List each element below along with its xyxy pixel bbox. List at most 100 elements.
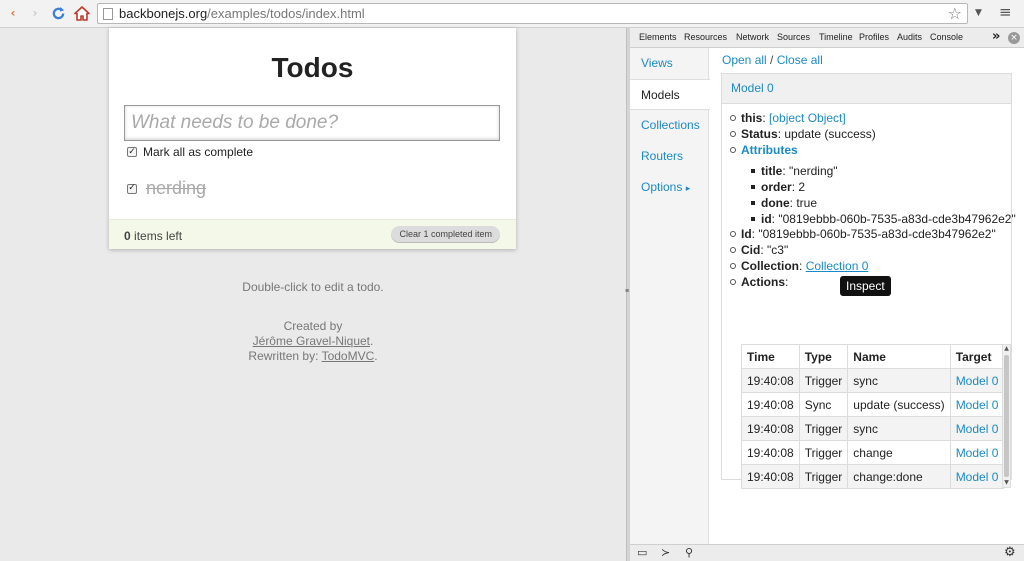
sidebar-item-collections[interactable]: Collections	[630, 110, 709, 141]
url-text[interactable]: backbonejs.org/examples/todos/index.html	[119, 6, 365, 22]
cell-target-link[interactable]: Model 0	[949, 392, 1005, 417]
cell-type: Trigger	[798, 440, 849, 465]
prop-this: this: [object Object]	[730, 111, 846, 125]
tab-console[interactable]: Console	[930, 32, 963, 42]
cell-target-link[interactable]: Model 0	[949, 440, 1005, 465]
cell-time: 19:40:08	[741, 464, 800, 489]
cell-name: sync	[847, 416, 951, 441]
bookmark-star-icon[interactable]: ☆	[948, 4, 962, 23]
attr-title: title: "nerding"	[751, 164, 838, 178]
cell-target-link[interactable]: Model 0	[949, 416, 1005, 441]
tab-profiles[interactable]: Profiles	[859, 32, 889, 42]
dropdown-arrow-icon[interactable]: ▼	[975, 8, 982, 18]
cell-target-link[interactable]: Model 0	[949, 464, 1005, 489]
inspect-tooltip: Inspect	[840, 276, 891, 296]
caret-right-icon: ▸	[685, 183, 691, 193]
mark-all-toggle[interactable]: ✓ Mark all as complete	[127, 145, 253, 159]
cell-name: sync	[847, 368, 951, 393]
prop-actions: Actions:	[729, 275, 789, 289]
col-time: Time	[741, 344, 800, 369]
tab-timeline[interactable]: Timeline	[819, 32, 853, 42]
sidebar-item-models[interactable]: Models	[630, 79, 710, 110]
author-link[interactable]: Jérôme Gravel-Niquet	[253, 334, 370, 348]
collection-link[interactable]: Collection 0	[806, 259, 869, 273]
close-devtools-icon[interactable]: ×	[1008, 32, 1020, 44]
page-viewport: Todos ✓ Mark all as complete ✓ nerding 0…	[0, 28, 626, 561]
tab-network[interactable]: Network	[736, 32, 769, 42]
this-object-link[interactable]: [object Object]	[769, 111, 846, 125]
prop-key: this	[741, 111, 763, 125]
console-drawer-icon[interactable]: ≻	[661, 546, 670, 559]
table-row: 19:40:08 Trigger sync Model 0	[741, 416, 1005, 441]
backbone-main: Open all / Close all Model 0 this: [obje…	[709, 48, 1024, 544]
table-row: 19:40:08 Sync update (success) Model 0	[741, 392, 1005, 417]
todomvc-link[interactable]: TodoMVC	[322, 349, 375, 363]
cell-type: Trigger	[798, 368, 849, 393]
prop-cid: Cid: "c3"	[729, 243, 789, 257]
prop-key: Actions	[741, 275, 786, 289]
col-name: Name	[847, 344, 951, 369]
scroll-down-icon[interactable]: ▼	[1003, 479, 1010, 487]
attr-order: order: 2	[750, 180, 806, 194]
devtools-tabbar: Elements Resources Network Sources Timel…	[630, 28, 1024, 48]
attr-done: done: true	[750, 196, 818, 210]
created-by: Created by	[283, 319, 343, 333]
cell-time: 19:40:08	[741, 440, 800, 465]
close-all-link[interactable]: Close all	[777, 53, 823, 67]
forward-icon[interactable]: ›	[25, 3, 45, 23]
new-todo-input[interactable]	[124, 105, 500, 141]
open-all-link[interactable]: Open all	[722, 53, 767, 67]
attr-key: order	[761, 180, 792, 194]
reload-icon[interactable]	[48, 3, 68, 23]
model-panel-header[interactable]: Model 0	[722, 74, 1011, 104]
cell-type: Trigger	[798, 464, 849, 489]
table-header-row: Time Type Name Target	[741, 344, 1005, 369]
cell-time: 19:40:08	[741, 416, 800, 441]
tab-sources[interactable]: Sources	[777, 32, 810, 42]
attributes-toggle[interactable]: Attributes	[741, 143, 798, 157]
actions-scrollbar[interactable]: ▲ ▼	[1002, 344, 1011, 488]
back-icon[interactable]: ‹	[3, 3, 23, 23]
mark-all-checkbox[interactable]: ✓	[127, 147, 137, 157]
clear-completed-button[interactable]: Clear 1 completed item	[391, 226, 500, 243]
gear-icon[interactable]: ⚙	[1004, 545, 1016, 560]
scroll-thumb[interactable]	[1004, 355, 1009, 477]
more-tabs-icon[interactable]: »	[992, 29, 1000, 44]
rewriter-suffix: .	[374, 349, 378, 363]
home-icon[interactable]	[72, 3, 92, 23]
sidebar-item-views[interactable]: Views	[630, 48, 709, 79]
attr-key: title	[761, 164, 783, 178]
todo-label[interactable]: nerding	[146, 178, 206, 199]
address-bar[interactable]: backbonejs.org/examples/todos/index.html…	[97, 3, 968, 24]
dock-icon[interactable]: ▭	[637, 546, 647, 559]
sidebar-item-routers[interactable]: Routers	[630, 141, 709, 172]
menu-icon[interactable]: ≡	[999, 3, 1012, 21]
url-path: /examples/todos/index.html	[207, 6, 365, 21]
tab-resources[interactable]: Resources	[684, 32, 727, 42]
author-suffix: .	[370, 334, 374, 348]
devtools-panel: Elements Resources Network Sources Timel…	[630, 28, 1024, 561]
url-host: backbonejs.org	[119, 6, 208, 21]
prop-value: update (success)	[784, 127, 876, 141]
link-separator: /	[766, 53, 777, 67]
items-left-number: 0	[124, 229, 131, 243]
scroll-up-icon[interactable]: ▲	[1003, 345, 1010, 353]
tab-elements[interactable]: Elements	[639, 32, 677, 42]
tab-audits[interactable]: Audits	[897, 32, 922, 42]
mark-all-label: Mark all as complete	[143, 145, 254, 159]
list-item[interactable]: ✓ nerding	[127, 178, 206, 199]
cell-target-link[interactable]: Model 0	[949, 368, 1005, 393]
todo-checkbox[interactable]: ✓	[127, 183, 137, 194]
rewritten-by: Rewritten by:	[248, 349, 322, 363]
attr-value: 2	[798, 180, 806, 194]
attr-value: true	[796, 196, 818, 210]
attr-key: id	[761, 212, 772, 226]
table-row: 19:40:08 Trigger sync Model 0	[741, 368, 1005, 393]
items-left-count: 0 items left	[124, 229, 182, 243]
table-row: 19:40:08 Trigger change Model 0	[741, 440, 1005, 465]
prop-value: "c3"	[767, 243, 789, 257]
search-icon[interactable]: ⚲	[685, 546, 693, 559]
prop-attributes[interactable]: Attributes	[730, 143, 798, 157]
sidebar-item-options[interactable]: Options ▸	[630, 172, 709, 203]
attr-value: "nerding"	[789, 164, 838, 178]
